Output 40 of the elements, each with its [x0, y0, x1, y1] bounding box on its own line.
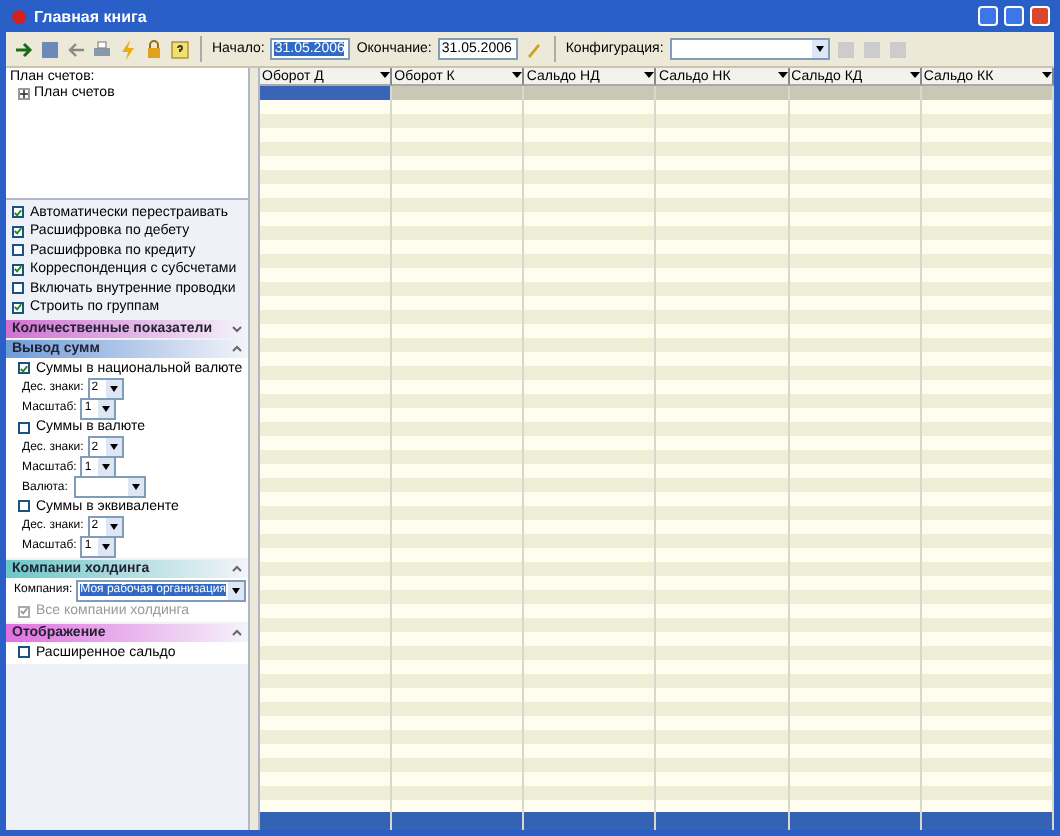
arrow-left-icon[interactable]: [66, 39, 86, 59]
printer-icon[interactable]: [92, 39, 112, 59]
help-icon[interactable]: [170, 39, 190, 59]
dropdown-arrow-icon[interactable]: [105, 379, 122, 397]
checkbox[interactable]: [18, 500, 30, 513]
dropdown-arrow-icon[interactable]: [98, 458, 115, 476]
app-logo-icon: [10, 7, 28, 25]
checkbox[interactable]: [12, 282, 24, 295]
lock-icon[interactable]: [144, 39, 164, 59]
dropdown-arrow-icon[interactable]: [128, 478, 144, 496]
dropdown-arrow-icon[interactable]: [644, 72, 655, 80]
dropdown-arrow-icon[interactable]: [105, 517, 122, 535]
dropdown-arrow-icon[interactable]: [98, 537, 115, 555]
dropdown-arrow-icon[interactable]: [380, 72, 391, 80]
checkbox[interactable]: [12, 225, 24, 238]
dropdown-arrow-icon[interactable]: [105, 438, 122, 456]
chevron-icon: [232, 563, 242, 573]
dropdown-arrow-icon[interactable]: [777, 72, 788, 80]
dropdown-arrow-icon[interactable]: [811, 40, 828, 58]
minimize-button[interactable]: [978, 6, 998, 26]
dropdown-arrow-icon[interactable]: [1041, 72, 1052, 80]
dropdown-arrow-icon[interactable]: [228, 581, 244, 599]
dropdown-arrow-icon[interactable]: [909, 72, 920, 80]
checkbox[interactable]: [18, 421, 30, 434]
close-button[interactable]: [1030, 6, 1050, 26]
grid-icon[interactable]: [40, 39, 60, 59]
dropdown-arrow-icon[interactable]: [512, 72, 523, 80]
checkbox[interactable]: [12, 244, 24, 257]
checkbox[interactable]: [18, 362, 30, 375]
window-title: Главная книга: [34, 7, 149, 25]
checkbox[interactable]: [12, 206, 24, 219]
maximize-button[interactable]: [1004, 6, 1024, 26]
checkbox[interactable]: [12, 301, 24, 314]
dropdown-arrow-icon[interactable]: [98, 399, 115, 417]
expander-icon[interactable]: [18, 87, 30, 99]
select-field[interactable]: [74, 476, 146, 498]
checkbox[interactable]: [18, 646, 30, 659]
chevron-icon: [232, 628, 242, 638]
arrow-right-icon[interactable]: [14, 39, 34, 59]
checkbox[interactable]: [12, 263, 24, 276]
